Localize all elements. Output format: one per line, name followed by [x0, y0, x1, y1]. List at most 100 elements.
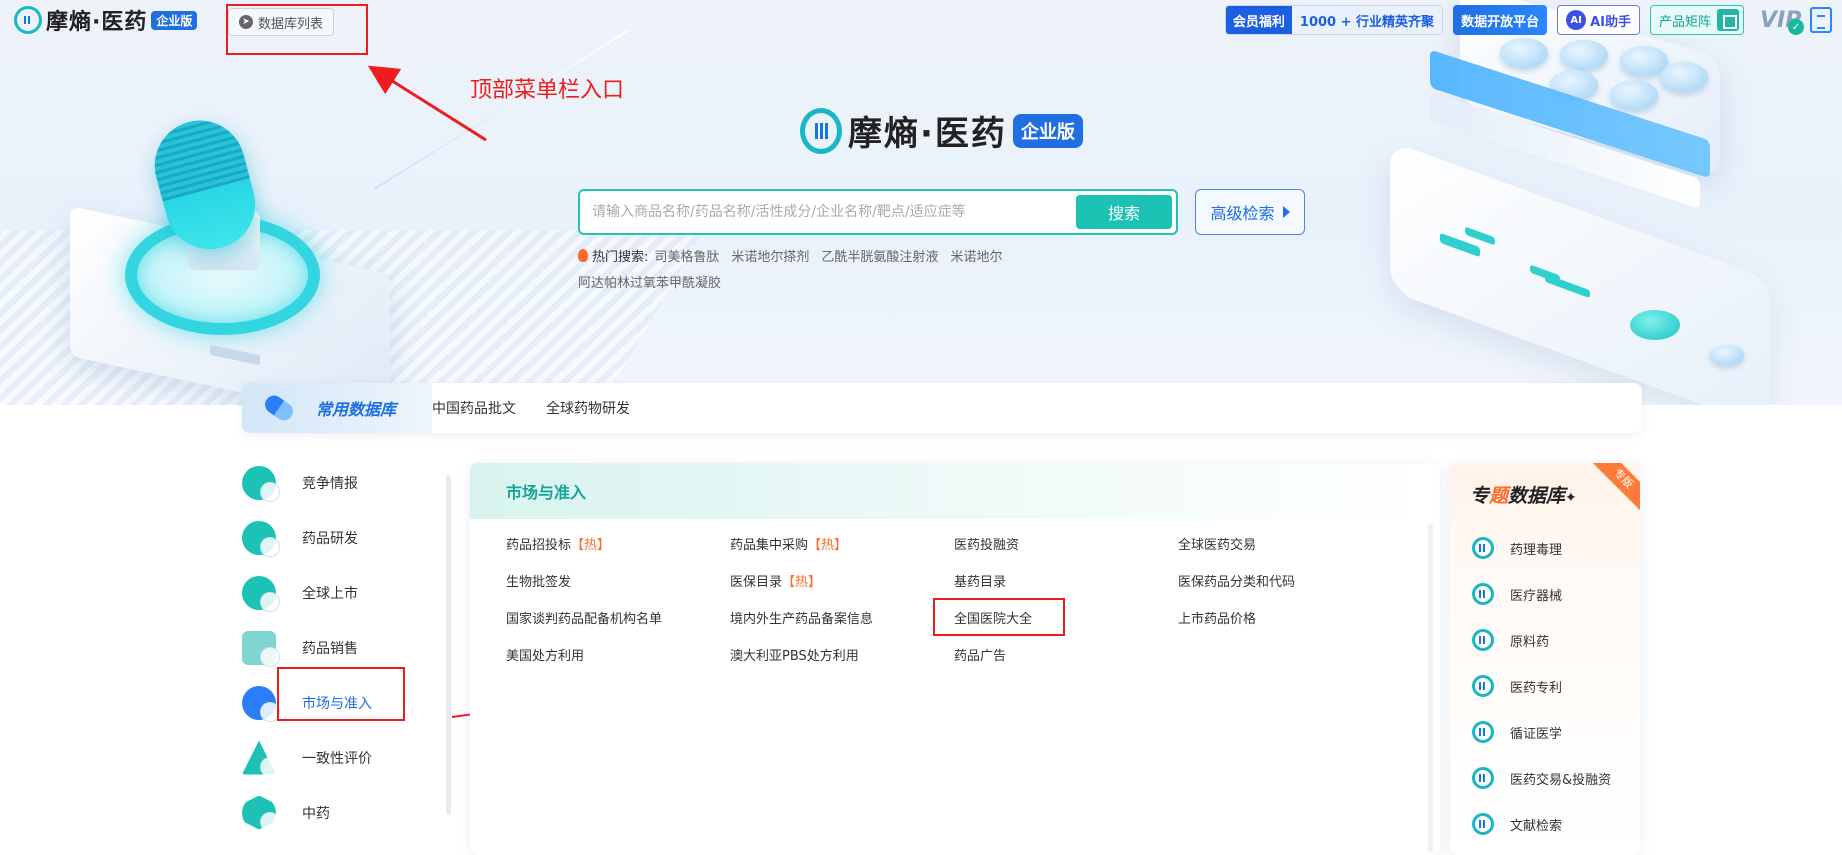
- db-link[interactable]: 生物批签发: [506, 572, 730, 594]
- db-link[interactable]: 药品广告: [954, 646, 1178, 668]
- brand-logo-icon: [800, 107, 842, 154]
- bar-chart-icon: [242, 630, 280, 667]
- nav-item-drug-rd[interactable]: 药品研发: [242, 510, 432, 565]
- hot-keyword[interactable]: 米诺地尔: [950, 250, 1002, 265]
- ai-helper-button[interactable]: AI AI助手: [1557, 5, 1640, 35]
- nav-scrollbar[interactable]: [446, 475, 451, 815]
- qr-code-icon: [1717, 9, 1739, 31]
- db-link[interactable]: 医保药品分类和代码: [1178, 572, 1402, 594]
- nav-label: 药品研发: [302, 530, 358, 547]
- rd-icon: [242, 520, 280, 557]
- db-link[interactable]: [1178, 646, 1402, 668]
- title-part: 数据库: [1508, 485, 1566, 507]
- special-db-item[interactable]: 医疗器械: [1472, 571, 1611, 617]
- hot-search-label: 热门搜索:: [592, 250, 649, 265]
- hot-keyword[interactable]: 阿达帕林过氧苯甲酰凝胶: [578, 276, 721, 291]
- product-matrix-button[interactable]: 产品矩阵: [1649, 5, 1744, 35]
- special-edition-corner-tag: 专版: [1591, 463, 1640, 511]
- common-db-link-global-rd[interactable]: 全球药物研发: [546, 398, 630, 418]
- title-highlight: 题: [1489, 485, 1509, 507]
- nav-item-competitive-intel[interactable]: 竞争情报: [242, 455, 432, 510]
- brand-badge: 企业版: [1012, 113, 1083, 148]
- header-logo[interactable]: 摩熵·医药 企业版: [14, 5, 198, 35]
- check-icon: ✓: [1788, 19, 1804, 35]
- market-icon: [242, 685, 280, 722]
- db-link-label: 药品招投标: [506, 538, 572, 553]
- welfare-value: 1000 + 行业精英齐聚: [1291, 6, 1443, 34]
- db-link[interactable]: 药品集中采购【热】: [730, 535, 954, 557]
- triangle-icon: [242, 740, 276, 775]
- database-icon: [1472, 721, 1494, 743]
- db-link[interactable]: 上市药品价格: [1178, 609, 1402, 631]
- db-link[interactable]: 国家谈判药品配备机构名单: [506, 609, 730, 631]
- db-link-label: 药品集中采购: [730, 538, 809, 553]
- special-db-item[interactable]: 药理毒理: [1472, 525, 1611, 571]
- special-db-label: 原料药: [1510, 634, 1550, 650]
- hot-keyword[interactable]: 米诺地尔搽剂: [731, 250, 809, 265]
- special-db-item[interactable]: 医药专利: [1472, 663, 1611, 709]
- ai-helper-label: AI助手: [1590, 14, 1631, 30]
- special-db-title: 专题数据库✦: [1470, 481, 1577, 508]
- flame-icon: [578, 249, 588, 262]
- enterprise-badge: 企业版: [151, 10, 198, 30]
- highlight-box-db-list: [226, 4, 368, 55]
- hot-keyword[interactable]: 乙酰半胱氨酸注射液: [821, 250, 938, 265]
- nav-item-tcm[interactable]: 中药: [242, 785, 432, 840]
- common-database-header: 常用数据库: [242, 383, 432, 433]
- nav-item-global-launch[interactable]: 全球上市: [242, 565, 432, 620]
- db-link[interactable]: 澳大利亚PBS处方利用: [730, 646, 954, 668]
- hot-tag: 【热】: [808, 538, 848, 553]
- nav-label: 竞争情报: [302, 475, 358, 492]
- nav-item-consistency-eval[interactable]: 一致性评价: [242, 730, 432, 785]
- database-icon: [1472, 583, 1494, 605]
- hero-light-streak: [373, 29, 629, 191]
- db-link[interactable]: 境内外生产药品备案信息: [730, 609, 954, 631]
- database-icon: [1472, 675, 1494, 697]
- nav-label: 药品销售: [302, 640, 358, 657]
- special-db-item[interactable]: 医药交易&投融资: [1472, 755, 1611, 801]
- special-database-panel: 专题数据库✦ 专版 药理毒理 医疗器械 原料药 医药专利 循证医学 医药交易&投…: [1450, 463, 1640, 855]
- highlight-box-national-hospitals: [933, 598, 1065, 636]
- db-link[interactable]: 医药投融资: [954, 535, 1178, 557]
- db-link[interactable]: 基药目录: [954, 572, 1178, 594]
- special-db-list: 药理毒理 医疗器械 原料药 医药专利 循证医学 医药交易&投融资 文献检索: [1472, 525, 1611, 847]
- title-part: 专: [1470, 485, 1490, 507]
- iso-panel-illustration: [1390, 140, 1770, 405]
- iso-disc: [1660, 62, 1708, 92]
- intel-icon: [242, 465, 280, 502]
- db-link[interactable]: 美国处方利用: [506, 646, 730, 668]
- welfare-label: 会员福利: [1225, 6, 1292, 34]
- highlight-box-market-access: [277, 667, 405, 721]
- special-db-label: 循证医学: [1510, 726, 1563, 742]
- db-link[interactable]: 药品招投标【热】: [506, 535, 730, 557]
- db-link[interactable]: 医保目录【热】: [730, 572, 954, 594]
- data-open-platform-button[interactable]: 数据开放平台: [1453, 5, 1548, 35]
- advanced-search-button[interactable]: 高级检索: [1195, 189, 1305, 235]
- logo-mark-icon: [14, 6, 42, 34]
- center-brand: 摩熵·医药 企业版: [800, 106, 1083, 155]
- iso-orb-illustration: [1630, 310, 1680, 340]
- special-db-label: 文献检索: [1510, 818, 1563, 834]
- sparkle-icon: ✦: [1565, 490, 1577, 506]
- vip-status-icon[interactable]: VIP ✓: [1760, 5, 1804, 35]
- special-db-item[interactable]: 文献检索: [1472, 801, 1611, 847]
- document-icon[interactable]: [1810, 7, 1832, 33]
- common-db-link-approvals[interactable]: 中国药品批文: [432, 398, 516, 418]
- db-link[interactable]: 全球医药交易: [1178, 535, 1402, 557]
- database-icon: [1472, 767, 1494, 789]
- search-button[interactable]: 搜索: [1076, 195, 1172, 229]
- nav-label: 一致性评价: [302, 750, 372, 767]
- panel-scrollbar[interactable]: [1428, 523, 1433, 853]
- search-input[interactable]: [592, 204, 1076, 220]
- iso-disc: [1500, 38, 1548, 68]
- advanced-search-label: 高级检索: [1210, 204, 1275, 223]
- special-db-item[interactable]: 原料药: [1472, 617, 1611, 663]
- hot-tag: 【热】: [782, 575, 822, 590]
- search-bar: 搜索: [578, 189, 1178, 235]
- special-db-item[interactable]: 循证医学: [1472, 709, 1611, 755]
- member-welfare-banner[interactable]: 会员福利 1000 + 行业精英齐聚: [1224, 5, 1444, 35]
- database-icon: [1472, 537, 1494, 559]
- globe-icon: [242, 575, 280, 612]
- hot-keyword[interactable]: 司美格鲁肽: [654, 250, 719, 265]
- special-db-label: 医疗器械: [1510, 588, 1563, 604]
